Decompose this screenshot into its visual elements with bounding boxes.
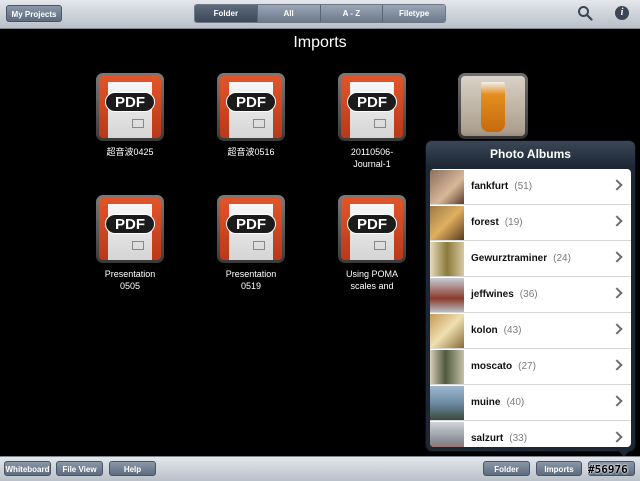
- album-name: fankfurt: [471, 181, 509, 192]
- album-count: (36): [519, 289, 538, 300]
- segment-a-z[interactable]: A - Z: [320, 5, 384, 22]
- popover-title: Photo Albums: [426, 141, 635, 167]
- page-title: Imports: [293, 34, 347, 51]
- album-row-fankfurt[interactable]: fankfurt (51): [430, 169, 631, 205]
- album-row-muine[interactable]: muine (40): [430, 385, 631, 421]
- album-name: jeffwines: [471, 289, 514, 300]
- pdf-file-icon: PDF: [217, 73, 285, 141]
- chevron-right-icon: [611, 287, 623, 299]
- file-label: Presentation 0505: [104, 269, 156, 291]
- search-icon[interactable]: [577, 5, 593, 21]
- album-count: (43): [503, 325, 522, 336]
- help-button[interactable]: Help: [109, 461, 156, 476]
- segment-filetype[interactable]: Filetype: [383, 5, 445, 22]
- album-row-salzurt[interactable]: salzurt (33): [430, 421, 631, 447]
- album-thumbnail: [430, 385, 464, 420]
- file-item[interactable]: PDF Presentation 0505: [85, 195, 175, 292]
- album-row-gewurztraminer[interactable]: Gewurztraminer (24): [430, 241, 631, 277]
- file-item[interactable]: PDF Presentation 0519: [206, 195, 296, 292]
- album-name: salzurt: [471, 433, 504, 444]
- segment-folder[interactable]: Folder: [195, 5, 258, 22]
- chevron-right-icon: [611, 395, 623, 407]
- album-count: (51): [514, 181, 533, 192]
- photo-albums-popover: Photo Albums fankfurt (51) forest (19) G…: [425, 140, 636, 452]
- file-view-button[interactable]: File View: [56, 461, 103, 476]
- top-toolbar: My Projects Folder All A - Z Filetype i: [0, 0, 640, 29]
- pdf-file-icon: PDF: [96, 73, 164, 141]
- file-label: Using POMA scales and: [345, 269, 398, 291]
- pdf-file-icon: PDF: [338, 195, 406, 263]
- chevron-right-icon: [611, 179, 623, 191]
- folder-button[interactable]: Folder: [483, 461, 530, 476]
- album-list: fankfurt (51) forest (19) Gewurztraminer…: [430, 169, 631, 447]
- info-icon[interactable]: i: [615, 6, 629, 20]
- album-name: Gewurztraminer: [471, 253, 548, 264]
- imports-button[interactable]: Imports: [536, 461, 582, 476]
- file-label: 超音波0516: [227, 147, 275, 157]
- album-name: forest: [471, 217, 499, 228]
- album-count: (19): [504, 217, 523, 228]
- chevron-right-icon: [611, 323, 623, 335]
- chevron-right-icon: [611, 215, 623, 227]
- album-count: (27): [518, 361, 536, 372]
- bottom-toolbar: Whiteboard File View Help Folder Imports: [0, 456, 640, 481]
- album-thumbnail: [430, 349, 464, 384]
- album-row-jeffwines[interactable]: jeffwines (36): [430, 277, 631, 313]
- file-item[interactable]: PDF 超音波0516: [206, 73, 296, 158]
- album-thumbnail: [430, 205, 464, 240]
- whiteboard-button[interactable]: Whiteboard: [4, 461, 51, 476]
- watermark-text: #56976: [588, 463, 628, 476]
- album-thumbnail: [430, 421, 464, 447]
- file-label: Presentation 0519: [225, 269, 277, 291]
- album-name: muine: [471, 397, 501, 408]
- pdf-file-icon: PDF: [96, 195, 164, 263]
- chevron-right-icon: [611, 431, 623, 443]
- photo-file-thumbnail[interactable]: [458, 73, 528, 139]
- chevron-right-icon: [611, 359, 623, 371]
- album-thumbnail: [430, 313, 464, 348]
- album-thumbnail: [430, 277, 464, 312]
- file-label: 20110506-Journal-1: [350, 147, 394, 169]
- sort-segmented-control: Folder All A - Z Filetype: [194, 4, 446, 23]
- pdf-file-icon: PDF: [217, 195, 285, 263]
- album-name: moscato: [471, 361, 513, 372]
- album-name: kolon: [471, 325, 498, 336]
- file-item[interactable]: PDF 20110506-Journal-1: [327, 73, 417, 170]
- beer-glass-image: [481, 82, 505, 132]
- album-count: (40): [506, 397, 525, 408]
- segment-all[interactable]: All: [257, 5, 321, 22]
- chevron-right-icon: [611, 251, 623, 263]
- file-label: 超音波0425: [106, 147, 154, 157]
- file-item[interactable]: PDF 超音波0425: [85, 73, 175, 158]
- album-row-kolon[interactable]: kolon (43): [430, 313, 631, 349]
- file-item[interactable]: PDF Using POMA scales and: [327, 195, 417, 292]
- album-count: (33): [509, 433, 528, 444]
- album-row-moscato[interactable]: moscato (27): [430, 349, 631, 385]
- album-row-forest[interactable]: forest (19): [430, 205, 631, 241]
- album-thumbnail: [430, 241, 464, 276]
- pdf-file-icon: PDF: [338, 73, 406, 141]
- album-count: (24): [553, 253, 571, 264]
- my-projects-button[interactable]: My Projects: [6, 5, 62, 22]
- album-thumbnail: [430, 169, 464, 204]
